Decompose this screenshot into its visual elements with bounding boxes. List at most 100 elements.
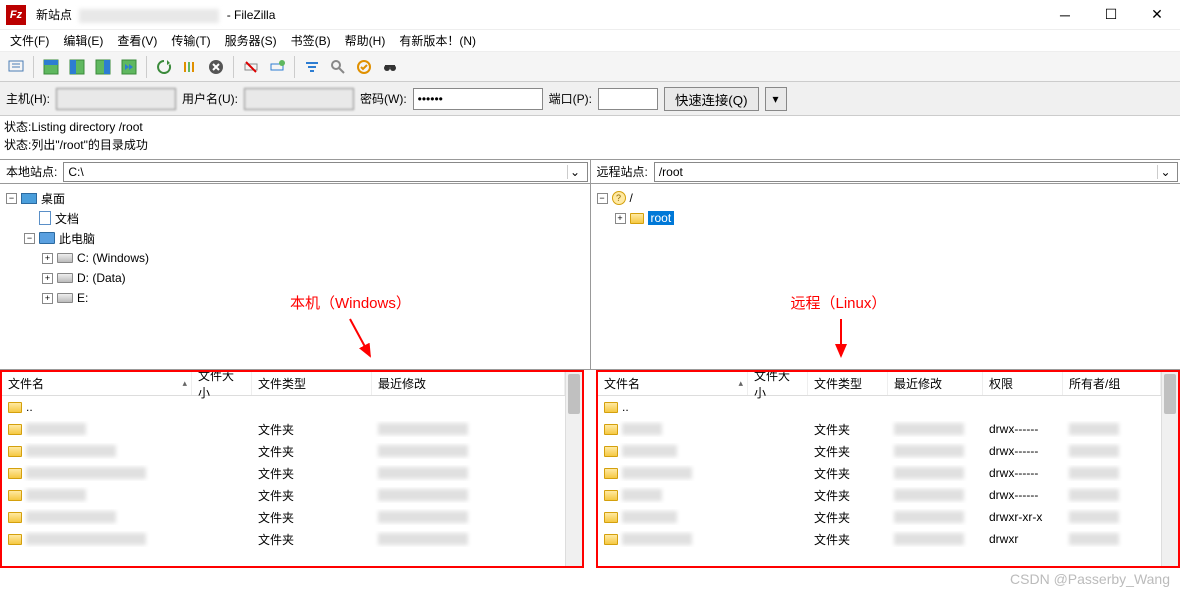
- col-perms[interactable]: 权限: [983, 372, 1063, 395]
- remote-pane: 远程站点: /root ⌄ −?/ +root 远程（Linux）: [591, 160, 1180, 369]
- menu-file[interactable]: 文件(F): [4, 30, 55, 51]
- list-row[interactable]: 文件夹: [2, 528, 565, 550]
- host-input[interactable]: [56, 88, 176, 110]
- col-filesize[interactable]: 文件大小: [748, 372, 808, 395]
- app-icon: Fz: [6, 5, 26, 25]
- tree-collapse-icon[interactable]: −: [6, 193, 17, 204]
- list-row[interactable]: 文件夹drwx------: [598, 440, 1161, 462]
- list-row[interactable]: 文件夹: [2, 506, 565, 528]
- list-row[interactable]: 文件夹drwx------: [598, 418, 1161, 440]
- refresh-icon[interactable]: [152, 55, 176, 79]
- computer-icon: [39, 232, 55, 244]
- local-path-combo[interactable]: C:\ ⌄: [63, 162, 587, 182]
- col-owner[interactable]: 所有者/组: [1063, 372, 1161, 395]
- list-row[interactable]: 文件夹: [2, 440, 565, 462]
- drive-icon: [57, 273, 73, 283]
- menu-new-version[interactable]: 有新版本！(N): [393, 30, 482, 51]
- list-row[interactable]: 文件夹: [2, 418, 565, 440]
- chevron-down-icon[interactable]: ⌄: [567, 165, 583, 179]
- local-tree[interactable]: − 桌面 文档 − 此电脑 + C: (Windows) + D: (Data) + E:…: [0, 184, 590, 369]
- local-list-headers: 文件名▴ 文件大小 文件类型 最近修改: [2, 372, 565, 396]
- host-label: 主机(H):: [6, 90, 50, 107]
- tree-item-c-drive[interactable]: C: (Windows): [77, 251, 149, 265]
- tree-item-e-drive[interactable]: E:: [77, 291, 88, 305]
- remote-tree[interactable]: −?/ +root 远程（Linux）: [591, 184, 1180, 369]
- col-filename[interactable]: 文件名▴: [2, 372, 192, 395]
- list-row[interactable]: 文件夹: [2, 462, 565, 484]
- close-button[interactable]: ✕: [1134, 0, 1180, 30]
- menu-transfer[interactable]: 传输(T): [165, 30, 216, 51]
- tree-item-d-drive[interactable]: D: (Data): [77, 271, 126, 285]
- minimize-button[interactable]: ─: [1042, 0, 1088, 30]
- sync-browse-icon[interactable]: [352, 55, 376, 79]
- list-row[interactable]: 文件夹drwxr-xr-x: [598, 506, 1161, 528]
- tree-item-root-folder[interactable]: root: [648, 211, 675, 225]
- quickconnect-dropdown[interactable]: ▾: [765, 87, 787, 111]
- cancel-icon[interactable]: [204, 55, 228, 79]
- user-input[interactable]: [244, 88, 354, 110]
- menu-edit[interactable]: 编辑(E): [57, 30, 109, 51]
- list-row[interactable]: 文件夹drwx------: [598, 484, 1161, 506]
- folder-icon: [630, 213, 644, 224]
- watermark: CSDN @Passerby_Wang: [1010, 571, 1170, 587]
- col-modified[interactable]: 最近修改: [372, 372, 565, 395]
- local-site-label: 本地站点:: [0, 163, 63, 180]
- unknown-folder-icon: ?: [612, 191, 626, 205]
- scrollbar[interactable]: [565, 372, 582, 566]
- list-row[interactable]: 文件夹: [2, 484, 565, 506]
- toggle-tree-local-icon[interactable]: [65, 55, 89, 79]
- folder-icon: [604, 446, 618, 457]
- scrollbar[interactable]: [1161, 372, 1178, 566]
- port-input[interactable]: [598, 88, 658, 110]
- remote-path-combo[interactable]: /root ⌄: [654, 162, 1178, 182]
- drive-icon: [57, 293, 73, 303]
- folder-icon: [604, 468, 618, 479]
- log-line: 状态:列出"/root"的目录成功: [4, 136, 1176, 154]
- maximize-button[interactable]: ☐: [1088, 0, 1134, 30]
- tree-expand-icon[interactable]: +: [615, 213, 626, 224]
- list-row-parent[interactable]: ..: [2, 396, 565, 418]
- drive-icon: [57, 253, 73, 263]
- pass-input[interactable]: [413, 88, 543, 110]
- tree-item-root[interactable]: /: [630, 191, 633, 205]
- quickconnect-bar: 主机(H): 用户名(U): 密码(W): 端口(P): 快速连接(Q) ▾: [0, 82, 1180, 116]
- list-row-parent[interactable]: ..: [598, 396, 1161, 418]
- col-filesize[interactable]: 文件大小: [192, 372, 252, 395]
- col-filetype[interactable]: 文件类型: [252, 372, 372, 395]
- pass-label: 密码(W):: [360, 90, 407, 107]
- quickconnect-button[interactable]: 快速连接(Q): [664, 87, 759, 111]
- toggle-log-icon[interactable]: [39, 55, 63, 79]
- site-manager-icon[interactable]: [4, 55, 28, 79]
- chevron-down-icon[interactable]: ⌄: [1157, 165, 1173, 179]
- reconnect-icon[interactable]: [265, 55, 289, 79]
- toggle-tree-remote-icon[interactable]: [91, 55, 115, 79]
- message-log[interactable]: 状态:Listing directory /root 状态:列出"/root"的…: [0, 116, 1180, 160]
- process-queue-icon[interactable]: [178, 55, 202, 79]
- tree-collapse-icon[interactable]: −: [597, 193, 608, 204]
- folder-icon: [604, 534, 618, 545]
- tree-collapse-icon[interactable]: −: [24, 233, 35, 244]
- col-filetype[interactable]: 文件类型: [808, 372, 888, 395]
- menu-help[interactable]: 帮助(H): [339, 30, 392, 51]
- menu-view[interactable]: 查看(V): [111, 30, 163, 51]
- disconnect-icon[interactable]: [239, 55, 263, 79]
- port-label: 端口(P):: [549, 90, 592, 107]
- tree-expand-icon[interactable]: +: [42, 273, 53, 284]
- col-filename[interactable]: 文件名▴: [598, 372, 748, 395]
- list-row[interactable]: 文件夹drwx------: [598, 462, 1161, 484]
- tree-item-desktop[interactable]: 桌面: [41, 190, 65, 207]
- remote-site-label: 远程站点:: [591, 163, 654, 180]
- tree-expand-icon[interactable]: +: [42, 293, 53, 304]
- compare-icon[interactable]: [326, 55, 350, 79]
- toggle-queue-icon[interactable]: [117, 55, 141, 79]
- tree-item-documents[interactable]: 文档: [55, 210, 79, 227]
- tree-expand-icon[interactable]: +: [42, 253, 53, 264]
- col-modified[interactable]: 最近修改: [888, 372, 983, 395]
- filter-icon[interactable]: [300, 55, 324, 79]
- menu-bookmarks[interactable]: 书签(B): [285, 30, 337, 51]
- list-row[interactable]: 文件夹drwxr: [598, 528, 1161, 550]
- tree-item-computer[interactable]: 此电脑: [59, 230, 95, 247]
- menu-server[interactable]: 服务器(S): [219, 30, 283, 51]
- search-icon[interactable]: [378, 55, 402, 79]
- folder-icon: [604, 512, 618, 523]
